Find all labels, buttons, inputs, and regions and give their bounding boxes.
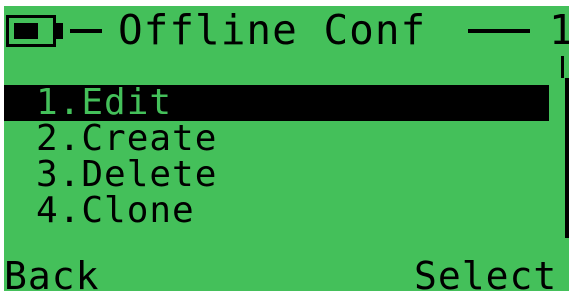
battery-icon — [6, 15, 56, 47]
menu-item-create[interactable]: 2.Create — [4, 121, 549, 157]
menu-item-edit[interactable]: 1.Edit — [4, 85, 549, 121]
scrollbar[interactable] — [565, 78, 569, 238]
title-rule-right — [468, 29, 530, 33]
select-softkey[interactable]: Select — [414, 256, 557, 291]
battery-terminal — [56, 23, 63, 39]
screen-title: Offline Conf — [118, 6, 427, 54]
menu-item-clone[interactable]: 4.Clone — [4, 193, 549, 229]
scroll-indicator — [561, 56, 564, 78]
header-corner-text: 1 — [549, 6, 569, 54]
device-screen: Offline Conf 1 1.Edit 2.Create 3.Delete … — [4, 6, 569, 291]
title-rule-left — [70, 29, 102, 33]
menu-item-delete[interactable]: 3.Delete — [4, 157, 549, 193]
battery-level-fill — [14, 23, 38, 39]
menu-list: 1.Edit 2.Create 3.Delete 4.Clone — [4, 85, 549, 229]
back-softkey[interactable]: Back — [4, 256, 100, 291]
